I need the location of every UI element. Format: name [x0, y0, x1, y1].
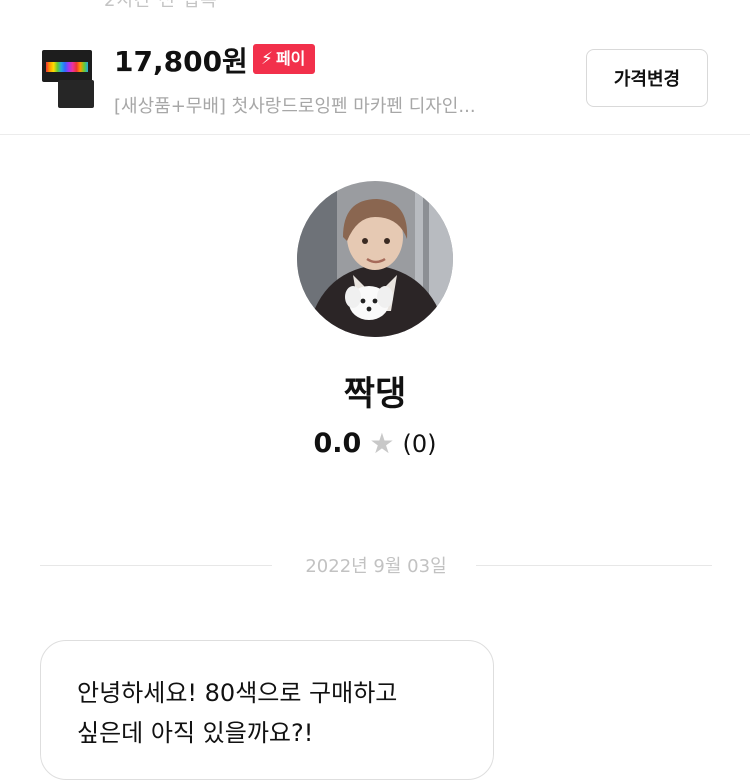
product-thumbnail[interactable] — [40, 48, 96, 108]
last-seen-status: 2시간 전 접속 — [104, 0, 218, 11]
seller-name: 짝댕 — [343, 374, 407, 414]
thumbnail-color-strip — [46, 62, 88, 72]
chat-message-text: 안녕하세요! 80색으로 구매하고 싶은데 아직 있을까요?! — [77, 679, 398, 747]
pay-badge-label: 페이 — [275, 49, 306, 68]
avatar-photo — [297, 181, 453, 337]
lightning-icon: ⚡ — [261, 49, 273, 69]
chat-message-bubble[interactable]: 안녕하세요! 80색으로 구매하고 싶은데 아직 있을까요?! — [40, 640, 494, 780]
product-price: 17,800원 — [114, 45, 248, 78]
seller-avatar[interactable] — [297, 181, 453, 337]
star-icon: ★ — [369, 426, 395, 460]
product-title[interactable]: [새상품+무배] 첫사랑드로잉펜 마카펜 디자인... — [114, 92, 564, 118]
thumbnail-box — [58, 80, 94, 108]
rating-score: 0.0 — [313, 428, 362, 459]
chat-date-divider: 2022년 9월 03일 — [40, 552, 712, 580]
price-change-button[interactable]: 가격변경 — [586, 49, 708, 107]
pay-badge: ⚡ 페이 — [253, 44, 316, 74]
divider-line — [476, 565, 712, 566]
review-count: (0) — [402, 429, 437, 458]
product-summary-bar: 17,800원 ⚡ 페이 [새상품+무배] 첫사랑드로잉펜 마카펜 디자인...… — [0, 22, 750, 135]
seller-rating: 0.0 ★ (0) — [0, 428, 750, 459]
